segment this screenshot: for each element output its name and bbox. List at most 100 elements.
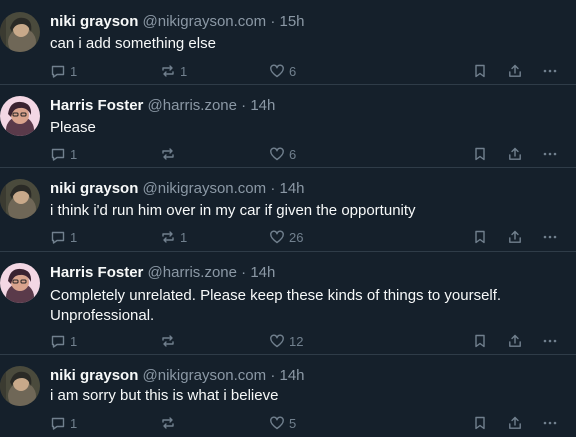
share-icon	[509, 147, 521, 160]
more-icon	[543, 421, 557, 425]
post[interactable]: niki grayson @nikigrayson.com · 14h i am…	[0, 354, 576, 437]
reply-button[interactable]: 1	[50, 413, 77, 433]
post-text: Please	[50, 119, 96, 136]
post[interactable]: Harris Foster @harris.zone · 14h Please …	[0, 84, 576, 164]
avatar[interactable]	[0, 179, 40, 219]
share-button[interactable]	[507, 144, 523, 164]
more-options-button[interactable]	[542, 331, 558, 351]
bookmark-button[interactable]	[472, 61, 488, 81]
separator-dot: ·	[270, 180, 276, 197]
post[interactable]: niki grayson @nikigrayson.com · 15h can …	[0, 0, 576, 80]
bookmark-button[interactable]	[472, 227, 488, 247]
reply-icon	[51, 148, 65, 161]
more-icon	[543, 152, 557, 156]
author-handle[interactable]: @nikigrayson.com	[143, 367, 267, 384]
reply-button[interactable]: 1	[50, 61, 77, 81]
separator-dot: ·	[241, 97, 247, 114]
author-handle[interactable]: @nikigrayson.com	[143, 180, 267, 197]
avatar[interactable]	[0, 263, 40, 303]
reply-icon	[51, 335, 65, 348]
reply-icon	[51, 417, 65, 430]
repost-button[interactable]: 1	[160, 227, 187, 247]
share-icon	[509, 416, 521, 429]
reply-count: 1	[70, 63, 78, 79]
like-count: 5	[289, 415, 297, 431]
bookmark-button[interactable]	[472, 413, 488, 433]
share-button[interactable]	[507, 331, 523, 351]
share-button[interactable]	[507, 227, 523, 247]
bookmark-button[interactable]	[472, 144, 488, 164]
reply-icon	[51, 65, 65, 78]
repost-count: 1	[180, 229, 188, 245]
author-name[interactable]: Harris Foster	[50, 97, 143, 114]
bookmark-icon	[475, 147, 485, 161]
avatar[interactable]	[0, 366, 40, 406]
like-button[interactable]: 26	[269, 227, 303, 247]
heart-icon	[270, 147, 284, 161]
post-actions: 1 6	[0, 144, 576, 164]
author-handle[interactable]: @nikigrayson.com	[143, 13, 267, 30]
separator-dot: ·	[270, 13, 276, 30]
like-count: 6	[289, 63, 297, 79]
author-name[interactable]: niki grayson	[50, 180, 138, 197]
repost-button[interactable]	[160, 413, 180, 433]
post-actions: 1 1 26	[0, 227, 576, 247]
share-button[interactable]	[507, 413, 523, 433]
share-icon	[509, 230, 521, 243]
post[interactable]: Harris Foster @harris.zone · 14h Complet…	[0, 251, 576, 354]
more-options-button[interactable]	[542, 413, 558, 433]
reply-count: 1	[70, 146, 78, 162]
post-actions: 1 12	[0, 331, 576, 351]
more-icon	[543, 69, 557, 73]
timestamp[interactable]: 14h	[250, 97, 275, 114]
like-button[interactable]: 5	[269, 413, 296, 433]
repost-icon	[162, 231, 174, 243]
bookmark-icon	[475, 334, 485, 348]
author-handle[interactable]: @harris.zone	[148, 264, 237, 281]
author-name[interactable]: Harris Foster	[50, 264, 143, 281]
bookmark-icon	[475, 64, 485, 78]
separator-dot: ·	[270, 367, 276, 384]
more-options-button[interactable]	[542, 61, 558, 81]
more-options-button[interactable]	[542, 144, 558, 164]
repost-button[interactable]	[160, 331, 180, 351]
share-button[interactable]	[507, 61, 523, 81]
repost-button[interactable]	[160, 144, 180, 164]
repost-icon	[162, 417, 174, 429]
timestamp[interactable]: 15h	[279, 13, 304, 30]
bookmark-icon	[475, 230, 485, 244]
more-icon	[543, 339, 557, 343]
post-text: i am sorry but this is what i believe	[50, 387, 279, 404]
post[interactable]: niki grayson @nikigrayson.com · 14h i th…	[0, 167, 576, 250]
author-handle[interactable]: @harris.zone	[148, 97, 237, 114]
timestamp[interactable]: 14h	[279, 367, 304, 384]
author-name[interactable]: niki grayson	[50, 13, 138, 30]
repost-count: 1	[180, 63, 188, 79]
reply-button[interactable]: 1	[50, 331, 77, 351]
more-options-button[interactable]	[542, 227, 558, 247]
repost-icon	[162, 335, 174, 347]
heart-icon	[270, 64, 284, 78]
share-icon	[509, 334, 521, 347]
author-name[interactable]: niki grayson	[50, 367, 138, 384]
avatar[interactable]	[0, 12, 40, 52]
like-button[interactable]: 6	[269, 144, 296, 164]
avatar[interactable]	[0, 96, 40, 136]
repost-icon	[162, 65, 174, 77]
like-count: 26	[289, 229, 304, 245]
timestamp[interactable]: 14h	[279, 180, 304, 197]
like-button[interactable]: 12	[269, 331, 303, 351]
reply-button[interactable]: 1	[50, 144, 77, 164]
post-text: can i add something else	[50, 35, 216, 52]
repost-button[interactable]: 1	[160, 61, 187, 81]
share-icon	[509, 64, 521, 77]
reply-button[interactable]: 1	[50, 227, 77, 247]
reply-count: 1	[70, 415, 78, 431]
reply-icon	[51, 231, 65, 244]
bookmark-button[interactable]	[472, 331, 488, 351]
post-text: i think i'd run him over in my car if gi…	[50, 202, 416, 219]
timestamp[interactable]: 14h	[250, 264, 275, 281]
like-button[interactable]: 6	[269, 61, 296, 81]
bookmark-icon	[475, 416, 485, 430]
reply-count: 1	[70, 333, 78, 349]
